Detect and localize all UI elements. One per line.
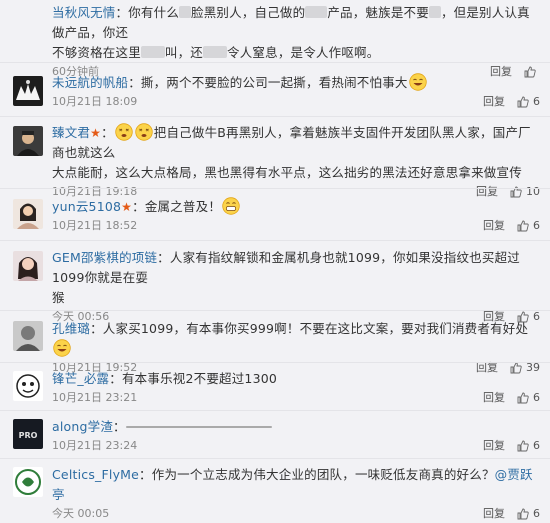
- comment-time: 10月21日 18:52: [52, 219, 138, 232]
- comment-time: 10月21日 18:09: [52, 95, 138, 108]
- thumbs-up-icon: [517, 508, 529, 520]
- user-name-link[interactable]: yun云5108: [52, 199, 121, 214]
- reply-button[interactable]: 回复: [483, 217, 505, 235]
- comment-item: 未远航的帆船：撕，两个不要脸的公司一起撕，看热闹不怕事大 10月21日 18:0…: [0, 62, 550, 116]
- reply-button[interactable]: 回复: [483, 437, 505, 455]
- avatar[interactable]: [13, 126, 43, 156]
- avatar[interactable]: [13, 467, 43, 497]
- comment-item: 孔维璐：人家买1099，有本事你买999啊！不要在这比文案，要对我们消费者有好处…: [0, 310, 550, 374]
- censored-text: [428, 6, 441, 18]
- comment-item: GEM邵紫棋的项链：人家有指纹解锁和金属机身也就1099，你如果没指纹也买超过1…: [0, 240, 550, 323]
- user-name-link[interactable]: along学渣: [52, 419, 113, 434]
- avatar[interactable]: [13, 371, 43, 401]
- avatar[interactable]: [13, 76, 43, 106]
- comment-item: yun云5108★：金属之普及！ 10月21日 18:52 回复 6: [0, 188, 550, 240]
- comment-item: 臻文君★： 把自己做牛B再黑别人，拿着魅族半支固件开发团队黑人家，国产厂商也就这么…: [0, 116, 550, 198]
- comment-item: 锋芒_必露：有本事乐视2不要超过1300 10月21日 23:21 回复 6: [0, 362, 550, 410]
- comment-time: 10月21日 23:24: [52, 439, 138, 452]
- laughing-emoji-icon: [408, 73, 427, 91]
- user-name-link[interactable]: 当秋风无情: [52, 5, 116, 20]
- avatar[interactable]: [13, 251, 43, 281]
- comment-item: PRO along学渣： 10月21日 23:24 回复 6: [0, 410, 550, 458]
- struck-out-text: [125, 426, 272, 428]
- comment-list: 当秋风无情：你有什么 脸黑别人，自己做的 产品，魅族是不要 ，但是别人认真做产品，你还…: [0, 0, 550, 520]
- censored-text: [203, 46, 228, 58]
- comment-time: 今天 00:05: [52, 507, 110, 520]
- thumbs-up-icon: [517, 440, 529, 452]
- star-badge-icon: ★: [121, 200, 133, 214]
- user-name-link[interactable]: 孔维璐: [52, 321, 90, 336]
- dizzy-emoji-icon: [135, 123, 153, 141]
- dizzy-emoji-icon: [115, 123, 133, 141]
- like-button[interactable]: 6: [517, 389, 540, 407]
- user-name-link[interactable]: Celtics_FlyMe: [52, 467, 139, 482]
- comment-text: 当秋风无情：你有什么 脸黑别人，自己做的 产品，魅族是不要 ，但是别人认真做产品，你还: [52, 5, 530, 40]
- svg-text:PRO: PRO: [19, 431, 38, 440]
- user-name-link[interactable]: 未远航的帆船: [52, 75, 128, 90]
- reply-button[interactable]: 回复: [483, 93, 505, 111]
- censored-text: [179, 6, 192, 18]
- user-name-link[interactable]: 臻文君: [52, 125, 90, 140]
- censored-text: [305, 6, 328, 18]
- reply-button[interactable]: 回复: [483, 389, 505, 407]
- thumbs-up-icon: [517, 96, 529, 108]
- thumbs-up-icon: [517, 220, 529, 232]
- censored-text: [140, 46, 165, 58]
- star-badge-icon: ★: [90, 126, 102, 140]
- grinning-emoji-icon: [222, 197, 240, 215]
- like-button[interactable]: 6: [517, 437, 540, 455]
- avatar[interactable]: [13, 321, 43, 351]
- comment-item: 当秋风无情：你有什么 脸黑别人，自己做的 产品，魅族是不要 ，但是别人认真做产品，你还…: [0, 0, 550, 78]
- comment-time: 10月21日 23:21: [52, 391, 138, 404]
- avatar[interactable]: PRO: [13, 419, 43, 449]
- user-name-link[interactable]: 锋芒_必露: [52, 371, 109, 386]
- user-name-link[interactable]: GEM邵紫棋的项链: [52, 250, 157, 265]
- avatar[interactable]: [13, 199, 43, 229]
- like-button[interactable]: 6: [517, 217, 540, 235]
- comment-item: Celtics_FlyMe：作为一个立志成为伟大企业的团队，一味贬低友商真的好么…: [0, 458, 550, 520]
- thumbs-up-icon: [517, 392, 529, 404]
- like-button[interactable]: 6: [517, 93, 540, 111]
- laughing-emoji-icon: [53, 339, 71, 357]
